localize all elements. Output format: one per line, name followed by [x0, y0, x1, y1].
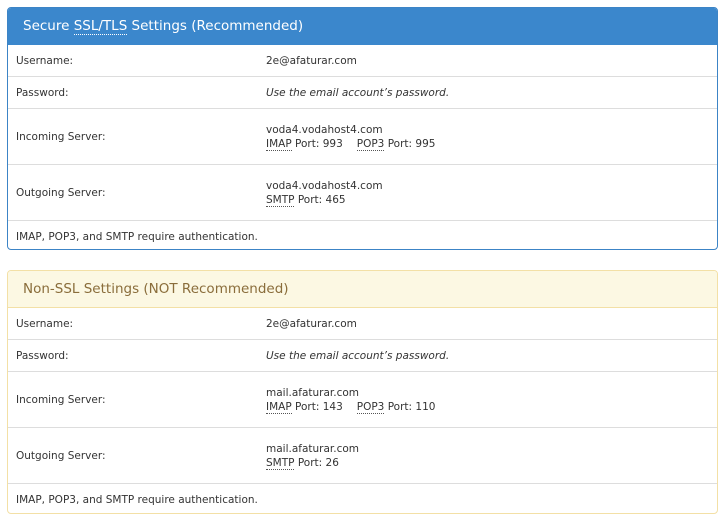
imap-port-label: Port: — [291, 137, 323, 150]
incoming-server-value: voda4.vodahost4.com IMAP Port: 993 POP3 P… — [266, 123, 435, 151]
nonssl-password-row: Password: Use the email account’s passwo… — [8, 340, 717, 372]
incoming-server-label: Incoming Server: — [16, 130, 106, 143]
secure-auth-note-row: IMAP, POP3, and SMTP require authenticat… — [8, 221, 717, 249]
ssl-tls-abbr[interactable]: SSL/TLS — [73, 18, 128, 35]
smtp-port-label: Port: — [294, 456, 326, 469]
password-value: Use the email account’s password. — [266, 349, 450, 362]
username-label: Username: — [16, 54, 74, 67]
password-label: Password: — [16, 86, 69, 99]
nonssl-auth-note-row: IMAP, POP3, and SMTP require authenticat… — [8, 484, 717, 513]
secure-outgoing-row: Outgoing Server: voda4.vodahost4.com SMT… — [8, 165, 717, 221]
outgoing-server-value: mail.afaturar.com SMTP Port: 26 — [266, 442, 359, 470]
incoming-ports: IMAP Port: 993 POP3 Port: 995 — [266, 137, 435, 151]
secure-username-row: Username: 2e@afaturar.com — [8, 45, 717, 77]
imap-port-label: Port: — [291, 400, 323, 413]
nonssl-username-row: Username: 2e@afaturar.com — [8, 308, 717, 340]
smtp-abbr[interactable]: SMTP — [266, 193, 295, 207]
outgoing-ports: SMTP Port: 26 — [266, 456, 359, 470]
pop3-port-label: Port: — [384, 137, 416, 150]
auth-note: IMAP, POP3, and SMTP require authenticat… — [16, 230, 258, 243]
imap-port: 993 — [322, 137, 343, 150]
secure-heading-prefix: Secure — [23, 18, 74, 34]
smtp-port: 26 — [325, 456, 339, 469]
secure-settings-heading: Secure SSL/TLS Settings (Recommended) — [8, 8, 717, 45]
username-label: Username: — [16, 317, 74, 330]
imap-port: 143 — [322, 400, 343, 413]
outgoing-host: voda4.vodahost4.com — [266, 179, 383, 192]
secure-incoming-row: Incoming Server: voda4.vodahost4.com IMA… — [8, 109, 717, 165]
password-value: Use the email account’s password. — [266, 86, 450, 99]
pop3-port: 995 — [415, 137, 436, 150]
auth-note: IMAP, POP3, and SMTP require authenticat… — [16, 493, 258, 506]
incoming-server-value: mail.afaturar.com IMAP Port: 143 POP3 Por… — [266, 386, 435, 414]
smtp-port: 465 — [325, 193, 346, 206]
smtp-port-label: Port: — [294, 193, 326, 206]
password-label: Password: — [16, 349, 69, 362]
incoming-host: mail.afaturar.com — [266, 386, 360, 399]
nonssl-settings-heading: Non-SSL Settings (NOT Recommended) — [8, 271, 717, 308]
pop3-port-label: Port: — [384, 400, 416, 413]
pop3-abbr[interactable]: POP3 — [356, 400, 385, 414]
smtp-abbr[interactable]: SMTP — [266, 456, 295, 470]
secure-password-row: Password: Use the email account’s passwo… — [8, 77, 717, 109]
nonssl-settings-panel: Non-SSL Settings (NOT Recommended) Usern… — [7, 270, 718, 514]
outgoing-server-label: Outgoing Server: — [16, 186, 106, 199]
pop3-abbr[interactable]: POP3 — [356, 137, 385, 151]
email-settings-page: Secure SSL/TLS Settings (Recommended) Us… — [0, 0, 727, 518]
incoming-server-label: Incoming Server: — [16, 393, 106, 406]
incoming-ports: IMAP Port: 143 POP3 Port: 110 — [266, 400, 435, 414]
secure-heading-suffix: Settings (Recommended) — [127, 18, 304, 34]
username-value: 2e@afaturar.com — [266, 317, 357, 330]
imap-abbr[interactable]: IMAP — [266, 400, 292, 414]
outgoing-ports: SMTP Port: 465 — [266, 193, 383, 207]
nonssl-outgoing-row: Outgoing Server: mail.afaturar.com SMTP … — [8, 428, 717, 484]
secure-settings-panel: Secure SSL/TLS Settings (Recommended) Us… — [7, 7, 718, 250]
username-value: 2e@afaturar.com — [266, 54, 357, 67]
outgoing-server-label: Outgoing Server: — [16, 449, 106, 462]
outgoing-server-value: voda4.vodahost4.com SMTP Port: 465 — [266, 179, 383, 207]
pop3-port: 110 — [415, 400, 436, 413]
outgoing-host: mail.afaturar.com — [266, 442, 360, 455]
incoming-host: voda4.vodahost4.com — [266, 123, 383, 136]
imap-abbr[interactable]: IMAP — [266, 137, 292, 151]
nonssl-incoming-row: Incoming Server: mail.afaturar.com IMAP … — [8, 372, 717, 428]
